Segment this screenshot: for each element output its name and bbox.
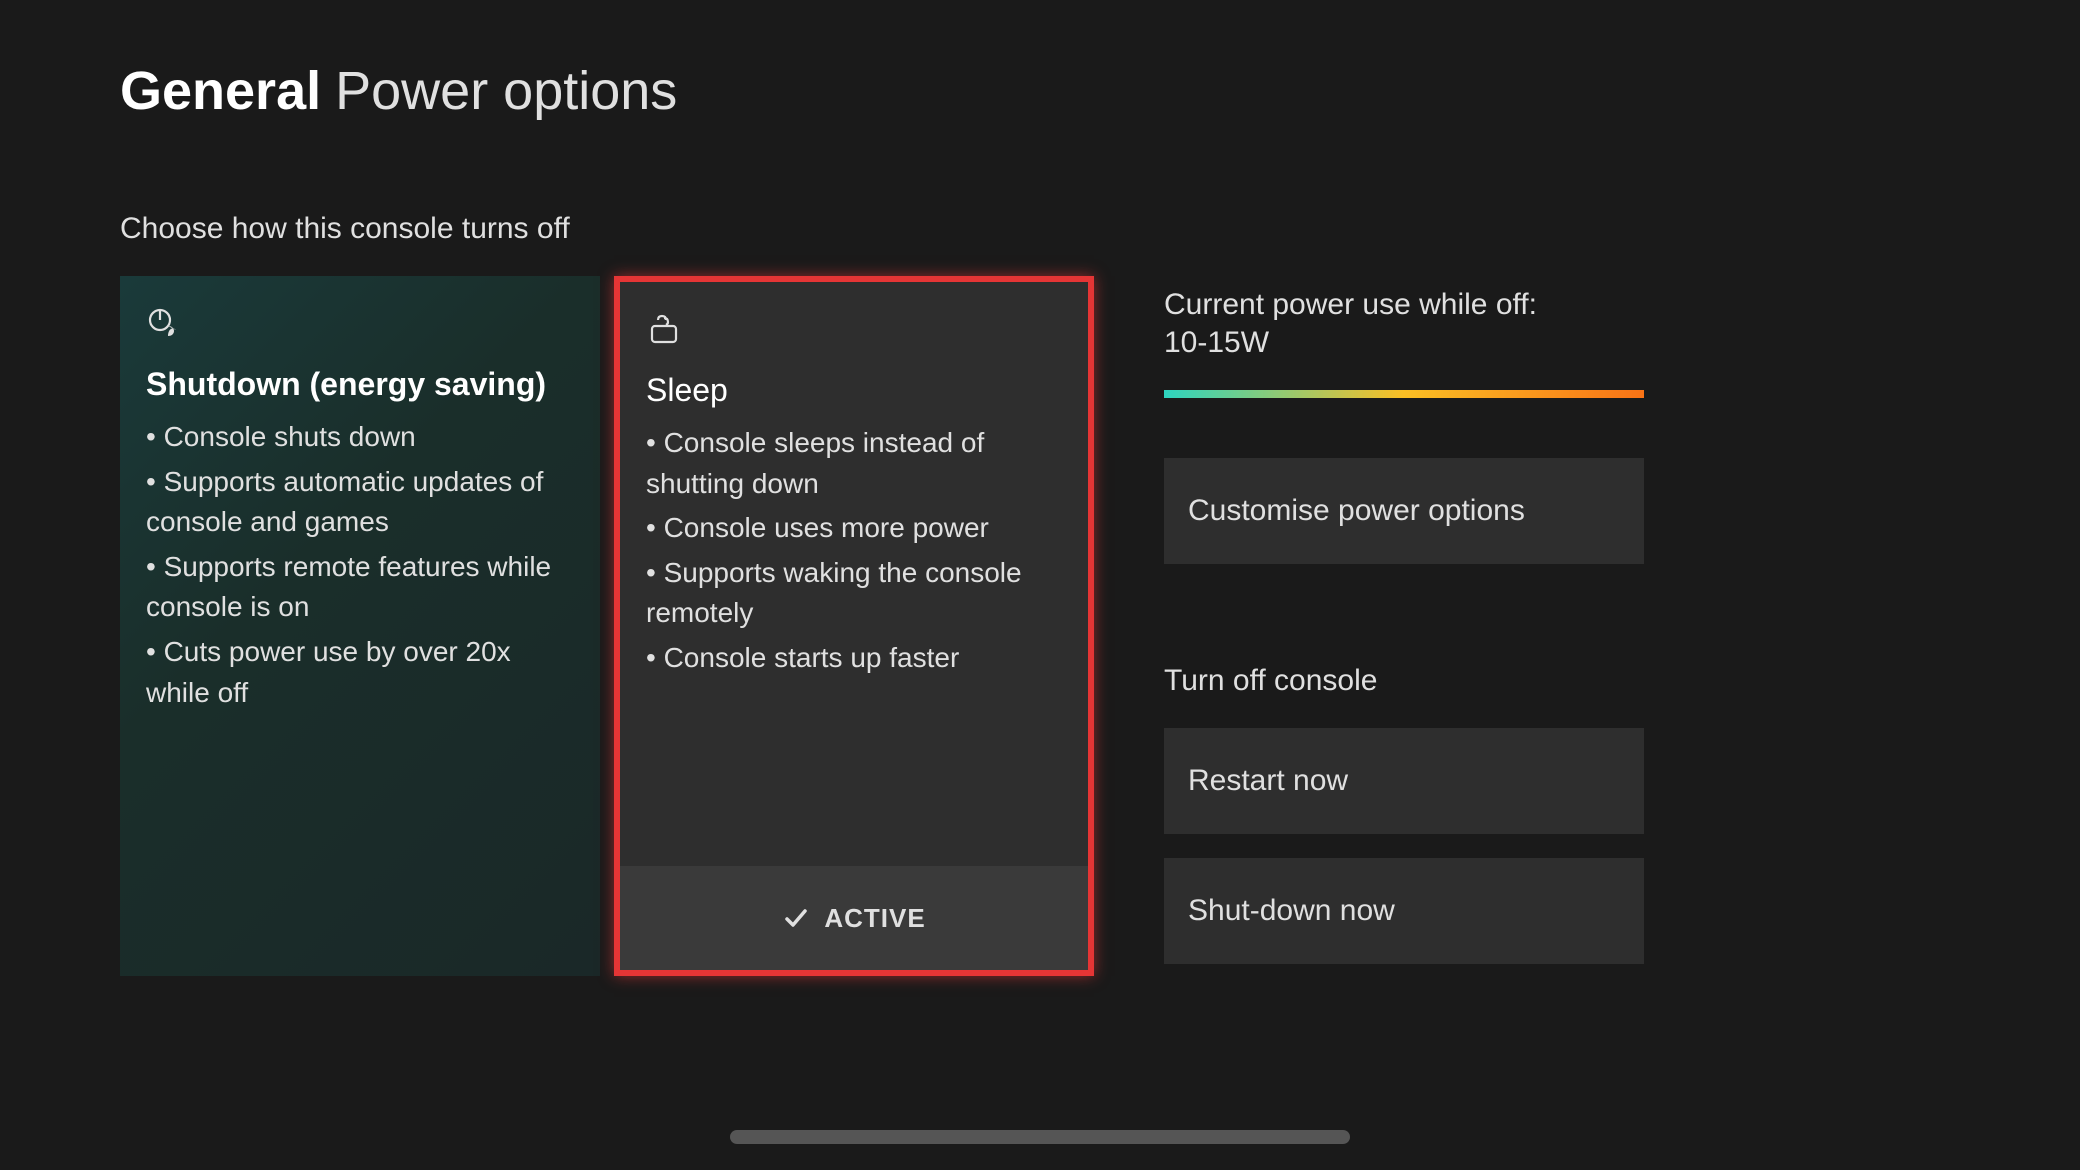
sleep-bullet: • Supports waking the console remotely: [646, 553, 1062, 634]
header-title: Power options: [335, 60, 677, 122]
customise-button-label: Customise power options: [1188, 494, 1525, 528]
power-mode-card-shutdown[interactable]: Shutdown (energy saving) • Console shuts…: [120, 276, 600, 976]
shutdown-bullet: • Cuts power use by over 20x while off: [146, 632, 574, 713]
page-header: General Power options: [120, 60, 1960, 122]
sleep-bullet: • Console sleeps instead of shutting dow…: [646, 423, 1062, 504]
bottom-handle-bar: [730, 1130, 1350, 1144]
sleep-card-title: Sleep: [646, 372, 1062, 409]
power-usage-bar: [1164, 390, 1644, 398]
restart-now-button[interactable]: Restart now: [1164, 728, 1644, 834]
current-power-label: Current power use while off:: [1164, 284, 1644, 326]
sleep-bullet: • Console starts up faster: [646, 638, 1062, 679]
shutdown-bullet: • Supports automatic updates of console …: [146, 462, 574, 543]
sleep-icon: [646, 312, 682, 348]
customise-power-options-button[interactable]: Customise power options: [1164, 458, 1644, 564]
active-badge: ACTIVE: [620, 866, 1088, 970]
shutdown-now-button[interactable]: Shut-down now: [1164, 858, 1644, 964]
restart-button-label: Restart now: [1188, 764, 1348, 798]
energy-saving-icon: [146, 306, 182, 342]
header-category: General: [120, 60, 321, 122]
power-mode-card-sleep[interactable]: Sleep • Console sleeps instead of shutti…: [614, 276, 1094, 976]
shutdown-button-label: Shut-down now: [1188, 894, 1395, 928]
current-power-value: 10-15W: [1164, 326, 1644, 360]
shutdown-bullet: • Console shuts down: [146, 417, 574, 458]
turn-off-section-label: Turn off console: [1164, 664, 1644, 698]
checkmark-icon: [782, 904, 810, 932]
active-label: ACTIVE: [824, 903, 925, 934]
shutdown-card-title: Shutdown (energy saving): [146, 366, 574, 403]
section-label: Choose how this console turns off: [120, 212, 1960, 246]
sleep-bullet: • Console uses more power: [646, 508, 1062, 549]
shutdown-bullet: • Supports remote features while console…: [146, 547, 574, 628]
